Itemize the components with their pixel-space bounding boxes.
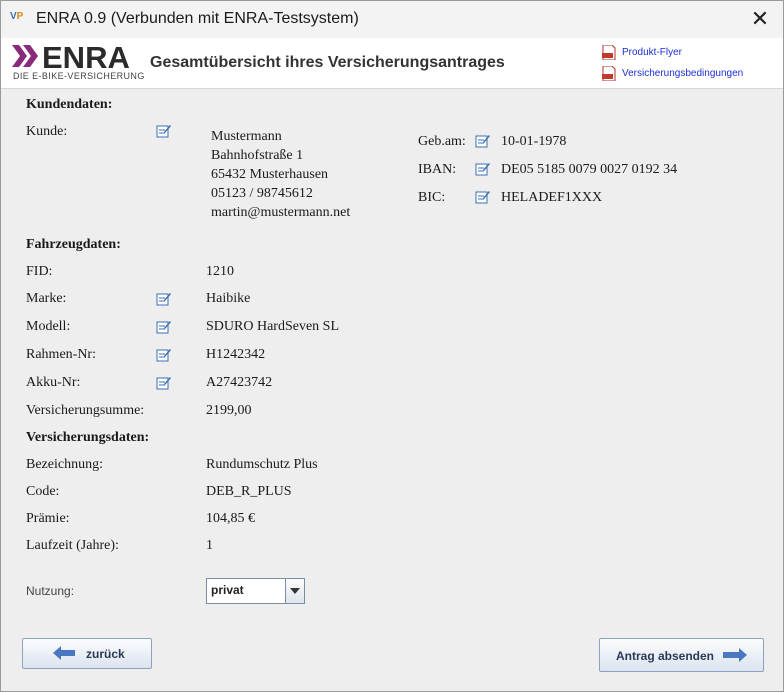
code-label: Code: [26,484,60,499]
bezeichnung-label: Bezeichnung: [26,457,103,472]
nutzung-selected-value: privat [211,583,244,597]
iban-label: IBAN: [418,162,457,177]
summe-value: 2199,00 [206,403,252,418]
akku-value: A27423742 [206,375,273,390]
submit-button[interactable]: Antrag absenden [599,638,764,672]
rahmen-label: Rahmen-Nr: [26,347,96,362]
edit-marke-icon[interactable] [156,291,171,306]
arrow-right-icon [723,648,747,662]
app-icon: VP [10,11,24,22]
modell-label: Modell: [26,319,71,334]
nutzung-select[interactable]: privat [206,578,305,604]
title-bar: VP ENRA 0.9 (Verbunden mit ENRA-Testsyst… [1,1,783,38]
bic-value: HELADEF1XXX [501,190,603,205]
section-kundendaten: Kundendaten: [26,97,113,112]
marke-value: Haibike [206,291,251,306]
summe-label: Versicherungsumme: [26,403,145,418]
bezeichnung-value: Rundumschutz Plus [206,457,318,472]
back-button[interactable]: zurück [22,638,152,669]
window-title: ENRA 0.9 (Verbunden mit ENRA-Testsystem) [36,10,359,27]
edit-modell-icon[interactable] [156,319,171,334]
praemie-value: 104,85 € [206,511,255,526]
link-produkt-flyer[interactable]: Produkt-Flyer [602,45,682,60]
close-button[interactable]: ✕ [737,1,783,38]
pdf-icon [602,45,616,60]
fid-value: 1210 [206,264,234,279]
kunde-label: Kunde: [26,124,68,139]
app-window: VP ENRA 0.9 (Verbunden mit ENRA-Testsyst… [0,0,784,692]
kunde-email: martin@mustermann.net [211,205,351,220]
code-value: DEB_R_PLUS [206,484,292,499]
section-versicherungsdaten: Versicherungsdaten: [26,430,150,445]
page-title: Gesamtübersicht ihres Versicherungsantra… [150,54,505,71]
section-fahrzeugdaten: Fahrzeugdaten: [26,237,121,252]
rahmen-value: H1242342 [206,347,266,362]
edit-akku-icon[interactable] [156,375,171,390]
back-button-label: zurück [86,647,125,661]
edit-bic-icon[interactable] [475,189,490,204]
link-versicherungsbedingungen[interactable]: Versicherungsbedingungen [602,66,743,81]
pdf-icon [602,66,616,81]
dropdown-arrow-icon[interactable] [285,579,304,603]
nutzung-label: Nutzung: [26,584,75,598]
header-bar: ENRA DIE E-BIKE-VERSICHERUNG Gesamtübers… [1,38,783,89]
kunde-name: Mustermann [211,129,282,144]
laufzeit-value: 1 [206,538,213,553]
arrow-left-icon [53,646,75,660]
close-icon: ✕ [750,6,770,31]
laufzeit-label: Laufzeit (Jahre): [26,538,119,553]
kunde-phone: 05123 / 98745612 [211,186,313,201]
modell-value: SDURO HardSeven SL [206,319,339,334]
marke-label: Marke: [26,291,67,306]
edit-geb-icon[interactable] [475,133,490,148]
submit-button-label: Antrag absenden [616,649,715,663]
iban-value: DE05 5185 0079 0027 0192 34 [501,162,678,177]
bic-label: BIC: [418,190,446,205]
logo-tagline: DIE E-BIKE-VERSICHERUNG [13,71,145,81]
edit-rahmen-icon[interactable] [156,347,171,362]
akku-label: Akku-Nr: [26,375,81,390]
logo-chevron-icon [12,45,38,67]
praemie-label: Prämie: [26,511,70,526]
edit-kunde-icon[interactable] [156,123,171,138]
geb-label: Geb.am: [418,134,466,149]
kunde-city: 65432 Musterhausen [211,167,329,182]
summary-content: Kundendaten: Kunde: Mustermann Bahnhofst… [1,89,783,691]
geb-value: 10-01-1978 [501,134,567,149]
edit-iban-icon[interactable] [475,161,490,176]
kunde-street: Bahnhofstraße 1 [211,148,304,163]
fid-label: FID: [26,264,53,279]
